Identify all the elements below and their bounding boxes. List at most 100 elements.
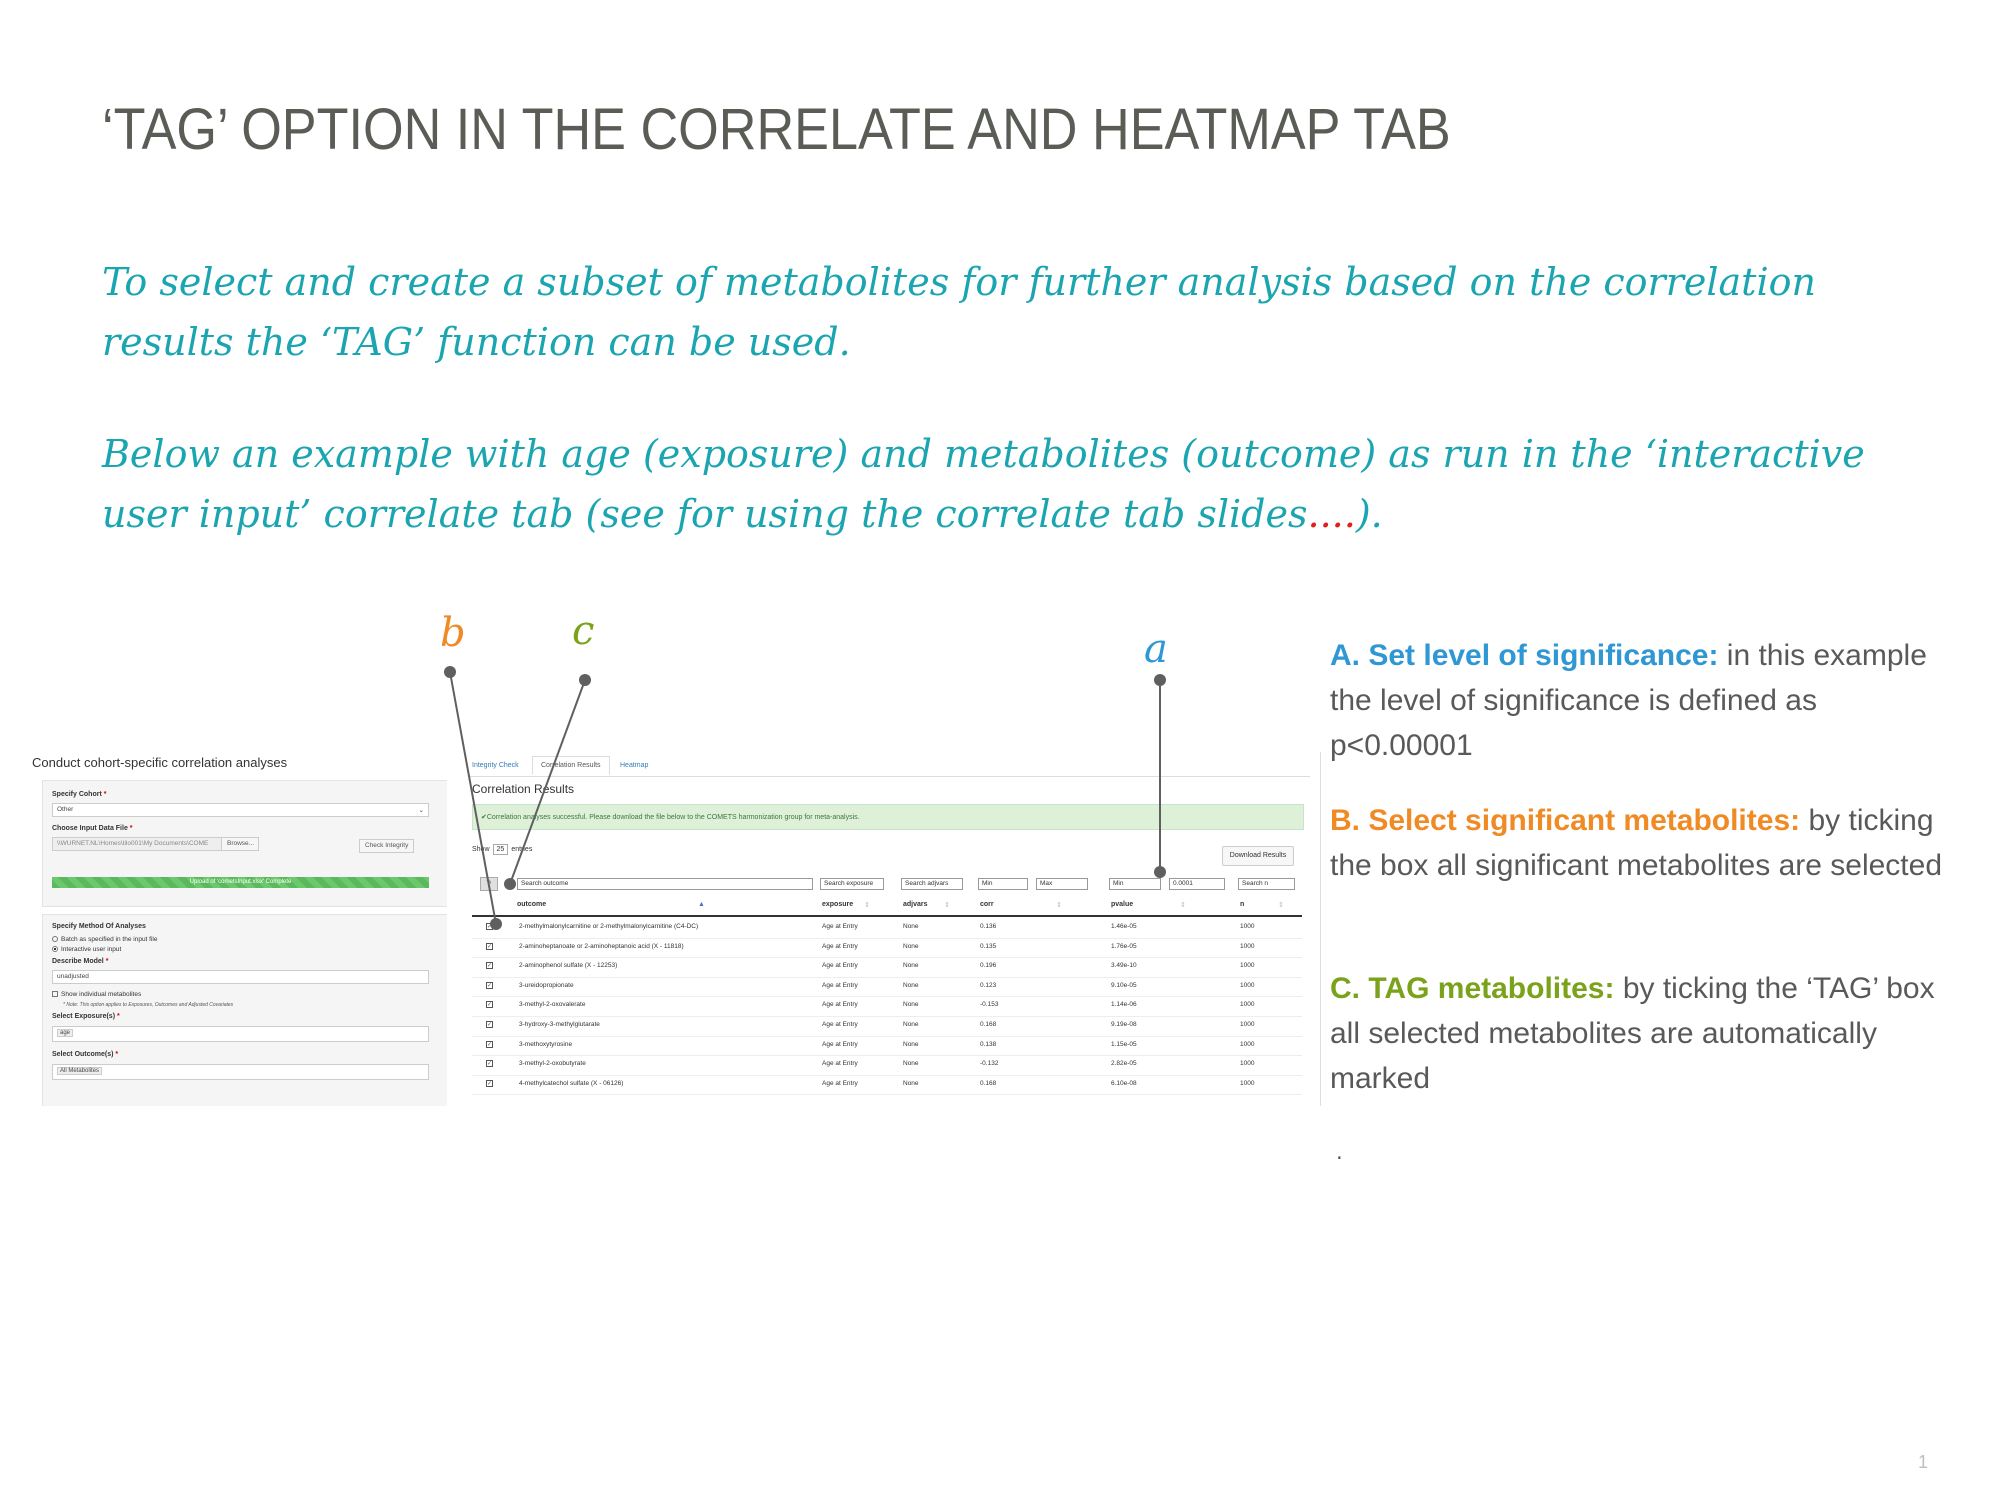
- row-checkbox[interactable]: ✓: [486, 942, 493, 950]
- table-row[interactable]: ✓ 3-methyl-2-oxobutyrate Age at Entry No…: [472, 1055, 1302, 1076]
- row-checkbox[interactable]: ✓: [486, 1021, 493, 1028]
- row-checkbox[interactable]: ✓: [486, 1001, 493, 1009]
- cell-n: 1000: [1240, 962, 1255, 970]
- method-option-batch[interactable]: Batch as specified in the input file: [52, 936, 157, 943]
- success-alert: ✔Correlation analyses successful. Please…: [472, 804, 1304, 830]
- required-mark-model: *: [105, 958, 109, 965]
- page-length-select[interactable]: 25: [492, 844, 509, 855]
- cell-outcome: 4-methylcatechol sulfate (X - 06126): [519, 1079, 624, 1087]
- tab-integrity-check[interactable]: Integrity Check: [472, 762, 519, 769]
- pvalue-max-input[interactable]: 0.0001: [1169, 878, 1225, 890]
- sort-asc-icon[interactable]: ▲: [698, 901, 705, 908]
- cell-corr: 0.135: [980, 942, 997, 950]
- cell-pvalue: 9.10e-05: [1111, 981, 1137, 989]
- cell-adjvars: None: [903, 1001, 919, 1009]
- pointer-a-start: [1154, 674, 1166, 686]
- radio-icon[interactable]: [52, 936, 58, 943]
- check-integrity-button[interactable]: Check Integrity: [359, 839, 415, 853]
- sort-icon[interactable]: ⇕: [944, 901, 950, 909]
- column-outcome[interactable]: outcome: [517, 901, 546, 908]
- table-row[interactable]: ✓ 3-hydroxy-3-methylglutarate Age at Ent…: [472, 1016, 1302, 1037]
- sort-icon[interactable]: ⇕: [1056, 901, 1062, 909]
- intro-paragraph-1: To select and create a subset of metabol…: [102, 260, 1816, 364]
- exposure-select[interactable]: age: [52, 1026, 429, 1042]
- corr-min-input[interactable]: Min: [978, 878, 1028, 890]
- outcome-search-input[interactable]: Search outcome: [517, 878, 813, 890]
- show-individual-option[interactable]: Show individual metabolites: [52, 991, 141, 998]
- pvalue-min-input[interactable]: Min: [1109, 878, 1161, 890]
- cell-adjvars: None: [903, 962, 919, 970]
- description-c-head: C. TAG metabolites:: [1330, 972, 1615, 1005]
- sort-icon[interactable]: ⇕: [1180, 901, 1186, 909]
- cell-exposure: Age at Entry: [822, 1060, 858, 1068]
- row-checkbox[interactable]: ✓: [486, 1060, 493, 1068]
- cell-pvalue: 3.49e-10: [1111, 962, 1137, 970]
- table-row[interactable]: ✓ 4-methylcatechol sulfate (X - 06126) A…: [472, 1075, 1302, 1096]
- cohort-select[interactable]: Other ⌄: [52, 803, 429, 817]
- cell-outcome: 3-methoxytyrosine: [519, 1040, 573, 1048]
- describe-model-label: Describe Model *: [52, 958, 108, 965]
- sort-icon[interactable]: ⇕: [864, 901, 870, 909]
- corr-max-input[interactable]: Max: [1036, 878, 1088, 890]
- table-row[interactable]: ✓ 2-aminoheptanoate or 2-aminoheptanoic …: [472, 938, 1302, 959]
- row-checkbox[interactable]: ✓: [486, 1079, 493, 1087]
- table-row[interactable]: ✓ 3-methyl-2-oxovalerate Age at Entry No…: [472, 996, 1302, 1017]
- cell-adjvars: None: [903, 1040, 919, 1048]
- cell-n: 1000: [1240, 1040, 1255, 1048]
- row-checkbox[interactable]: ✓: [486, 981, 493, 989]
- table-row[interactable]: ✓ 2-aminophenol sulfate (X - 12253) Age …: [472, 957, 1302, 978]
- table-row[interactable]: ✓ 2-methylmalonylcarnitine or 2-methylma…: [472, 918, 1302, 939]
- column-exposure[interactable]: exposure: [822, 901, 853, 908]
- sort-icon[interactable]: ⇕: [1278, 901, 1284, 909]
- tab-correlation-results[interactable]: Correlation Results: [532, 756, 610, 775]
- callout-c: c: [572, 608, 595, 654]
- cell-outcome: 3-methyl-2-oxobutyrate: [519, 1060, 586, 1068]
- column-corr[interactable]: corr: [980, 901, 994, 908]
- row-checkbox[interactable]: ✓: [486, 962, 493, 970]
- description-a: A. Set level of significance: in this ex…: [1330, 633, 1950, 768]
- required-mark-file: *: [129, 825, 133, 832]
- intro-2-text: Below an example with age (exposure) and…: [102, 432, 1865, 536]
- note-text: * Note: This option applies to Exposures…: [63, 1002, 234, 1008]
- cell-corr: 0.168: [980, 1079, 997, 1087]
- outcome-select[interactable]: All Metabolites: [52, 1064, 429, 1080]
- row-checkbox[interactable]: ✓: [486, 923, 493, 930]
- row-checkbox[interactable]: ✓: [486, 1040, 493, 1048]
- cohort-settings-panel: Conduct cohort-specific correlation anal…: [32, 752, 447, 1106]
- tag-button[interactable]: ✎: [480, 877, 498, 891]
- description-a-head: A. Set level of significance:: [1330, 639, 1719, 672]
- column-adjvars[interactable]: adjvars: [903, 901, 928, 908]
- exposure-search-input[interactable]: Search exposure: [820, 878, 884, 890]
- table-row[interactable]: ✓ 3-ureidopropionate Age at Entry None 0…: [472, 977, 1302, 998]
- column-n[interactable]: n: [1240, 901, 1244, 908]
- method-option-interactive[interactable]: Interactive user input: [52, 946, 121, 953]
- slide-title: ‘TAG’ OPTION IN THE CORRELATE AND HEATMA…: [102, 97, 1451, 162]
- download-results-button[interactable]: Download Results: [1222, 846, 1294, 866]
- cell-adjvars: None: [903, 923, 919, 930]
- column-pvalue[interactable]: pvalue: [1111, 901, 1133, 908]
- n-search-input[interactable]: Search n: [1238, 878, 1295, 890]
- pointer-c-start: [579, 674, 591, 686]
- show-individual-text: Show individual metabolites: [61, 991, 142, 998]
- cell-pvalue: 1.14e-06: [1111, 1001, 1137, 1009]
- outcome-label: Select Outcome(s) *: [52, 1051, 118, 1058]
- browse-button[interactable]: Browse...: [221, 837, 259, 851]
- upload-progress-bar: Upload of 'cometsInput.xlsx' Complete: [52, 877, 429, 888]
- page-length-control: Show 25 entries: [472, 844, 532, 855]
- cell-corr: 0.123: [980, 981, 997, 989]
- adjvars-search-input[interactable]: Search adjvars: [901, 878, 963, 890]
- input-file-field[interactable]: \\WURNET.NL\Homes\tilo001\My Documents\C…: [52, 837, 227, 851]
- slide-number: 1: [1917, 1452, 1928, 1472]
- tab-heatmap[interactable]: Heatmap: [620, 762, 648, 769]
- model-name-input[interactable]: unadjusted: [52, 970, 429, 984]
- cell-adjvars: None: [903, 1021, 919, 1028]
- chevron-down-icon: ⌄: [418, 807, 424, 814]
- checkbox-icon[interactable]: [52, 991, 58, 998]
- cell-pvalue: 1.15e-05: [1111, 1040, 1137, 1048]
- cell-exposure: Age at Entry: [822, 1079, 858, 1087]
- radio-selected-icon[interactable]: [52, 946, 58, 953]
- required-mark-outcome: *: [115, 1051, 119, 1058]
- cell-pvalue: 1.46e-05: [1111, 923, 1137, 930]
- cell-pvalue: 9.19e-08: [1111, 1021, 1137, 1028]
- table-row[interactable]: ✓ 3-methoxytyrosine Age at Entry None 0.…: [472, 1036, 1302, 1057]
